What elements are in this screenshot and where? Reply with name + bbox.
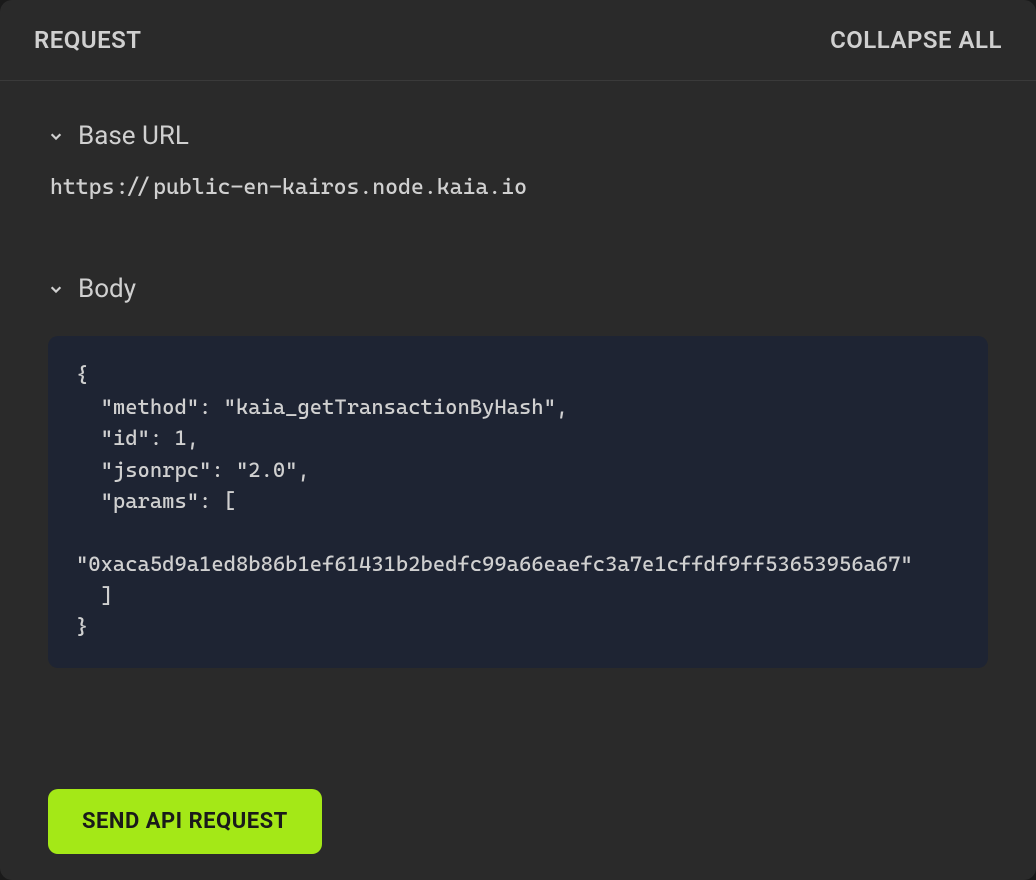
send-api-request-button[interactable]: SEND API REQUEST [48, 789, 322, 854]
panel-title: REQUEST [34, 26, 142, 54]
panel-header: REQUEST COLLAPSE ALL [0, 0, 1036, 81]
request-body-code: { "method": "kaia_getTransactionByHash",… [48, 336, 988, 668]
body-section-header[interactable]: Body [48, 274, 988, 304]
action-area: SEND API REQUEST [48, 749, 988, 854]
base-url-value: https://public-en-kairos.node.kaia.io [48, 175, 988, 200]
panel-content: Base URL https://public-en-kairos.node.k… [0, 81, 1036, 880]
body-section: Body { "method": "kaia_getTransactionByH… [48, 274, 988, 668]
request-panel: REQUEST COLLAPSE ALL Base URL https://pu… [0, 0, 1036, 880]
base-url-section-title: Base URL [78, 121, 189, 151]
chevron-down-icon [48, 128, 64, 144]
chevron-down-icon [48, 281, 64, 297]
base-url-section-header[interactable]: Base URL [48, 121, 988, 151]
collapse-all-button[interactable]: COLLAPSE ALL [830, 26, 1002, 54]
body-section-title: Body [78, 274, 136, 304]
base-url-section: Base URL https://public-en-kairos.node.k… [48, 121, 988, 242]
